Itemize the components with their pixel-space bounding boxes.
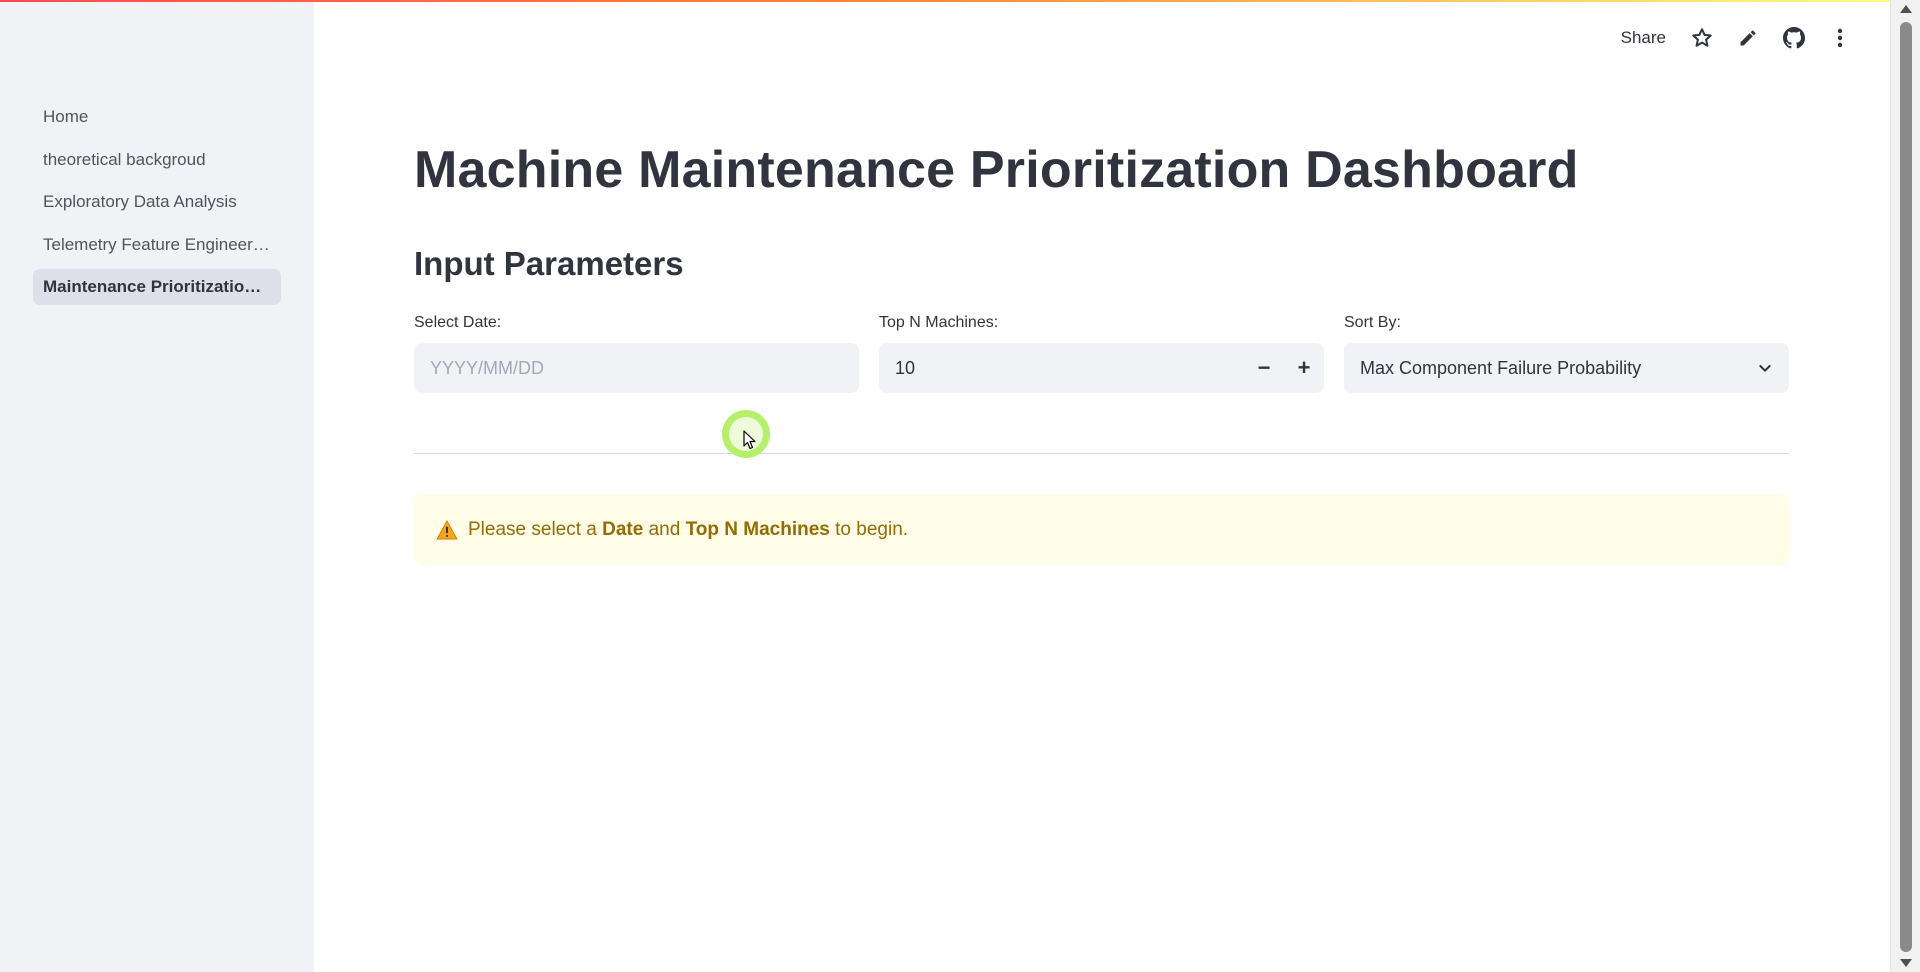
sidebar-item-label: Home: [43, 107, 89, 126]
chevron-down-icon: [1757, 360, 1773, 376]
warning-alert: Please select a Date and Top N Machines …: [414, 494, 1789, 565]
more-vertical-icon[interactable]: [1828, 26, 1852, 50]
sidebar-item-maintenance-prioritization[interactable]: Maintenance Prioritization ...: [33, 269, 281, 305]
sidebar-item-exploratory-data-analysis[interactable]: Exploratory Data Analysis: [33, 184, 281, 220]
github-icon[interactable]: [1782, 26, 1806, 50]
sidebar-item-label: Telemetry Feature Engineering: [43, 234, 271, 254]
sidebar: Home theoretical backgroud Exploratory D…: [0, 0, 314, 972]
pencil-icon[interactable]: [1736, 26, 1760, 50]
warning-text-top-n: Top N Machines: [685, 518, 830, 540]
star-icon[interactable]: [1690, 26, 1714, 50]
warning-message: Please select a Date and Top N Machines …: [468, 519, 908, 541]
share-button[interactable]: Share: [1619, 24, 1668, 52]
header-decoration-bar: [0, 0, 1890, 2]
sidebar-item-telemetry-feature-engineering[interactable]: Telemetry Feature Engineering: [33, 227, 281, 263]
sidebar-item-theoretical-background[interactable]: theoretical backgroud: [33, 142, 281, 178]
decrement-button[interactable]: −: [1244, 343, 1284, 393]
sidebar-item-label: Exploratory Data Analysis: [43, 192, 237, 211]
scroll-down-arrow-icon[interactable]: [1900, 959, 1912, 967]
sort-by-value: Max Component Failure Probability: [1360, 357, 1642, 378]
divider: [414, 453, 1789, 454]
warning-icon: [436, 519, 458, 540]
sidebar-item-label: theoretical backgroud: [43, 149, 206, 169]
date-field-label: Select Date:: [414, 314, 502, 331]
sidebar-item-label: Maintenance Prioritization ...: [43, 277, 271, 296]
date-input[interactable]: [414, 343, 859, 393]
warning-text-suffix: to begin.: [829, 518, 909, 540]
increment-button[interactable]: +: [1284, 343, 1324, 393]
vertical-scrollbar[interactable]: [1890, 0, 1920, 972]
top-n-value[interactable]: 10: [895, 358, 1244, 379]
warning-text-prefix: Please select a: [468, 518, 603, 540]
sort-field-label: Sort By:: [1344, 314, 1401, 331]
warning-text-middle: and: [643, 518, 686, 540]
page-title: Machine Maintenance Prioritization Dashb…: [414, 141, 1579, 199]
sidebar-nav: Home theoretical backgroud Exploratory D…: [33, 99, 281, 312]
sort-by-select[interactable]: Max Component Failure Probability: [1344, 343, 1789, 393]
app-toolbar: Share: [1619, 22, 1852, 54]
mouse-cursor-icon: [743, 430, 757, 455]
section-title: Input Parameters: [414, 245, 684, 282]
warning-text-date: Date: [602, 518, 644, 540]
sidebar-item-home[interactable]: Home: [33, 99, 281, 135]
scroll-up-arrow-icon[interactable]: [1900, 5, 1912, 13]
top-n-field-label: Top N Machines:: [879, 314, 999, 331]
main-content-area: Share Machine Maintenance Prioritization…: [314, 0, 1890, 972]
top-n-number-input[interactable]: 10 − +: [879, 343, 1324, 393]
scrollbar-thumb[interactable]: [1900, 22, 1912, 952]
